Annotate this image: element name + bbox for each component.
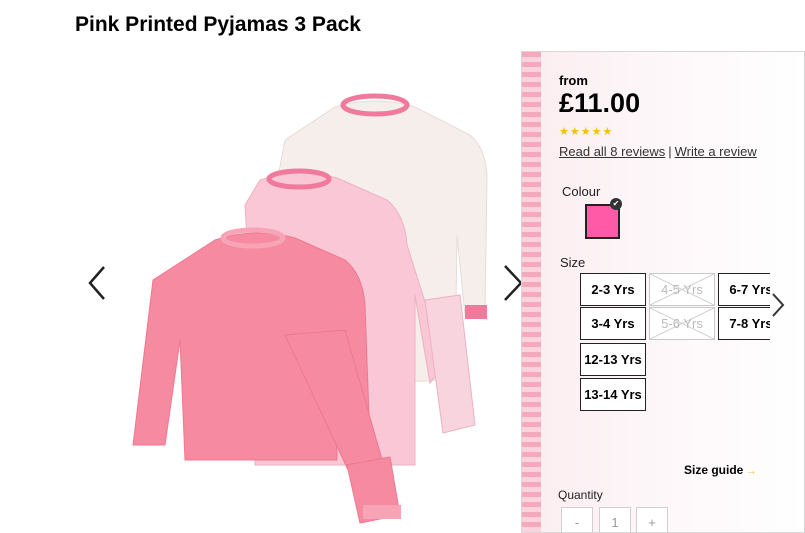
product-title: Pink Printed Pyjamas 3 Pack xyxy=(75,13,361,36)
size-option-unavailable[interactable]: 4-5 Yrs xyxy=(649,273,715,306)
reviews-links: Read all 8 reviews | Write a review xyxy=(559,144,757,159)
quantity-label: Quantity xyxy=(558,488,603,502)
size-label: Size xyxy=(560,255,586,270)
quantity-increment-button[interactable]: + xyxy=(636,507,668,532)
product-gallery xyxy=(70,60,530,533)
product-image xyxy=(132,93,488,524)
quantity-decrement-button[interactable]: - xyxy=(561,507,593,532)
quantity-input[interactable]: 1 xyxy=(599,507,631,532)
colour-label: Colour xyxy=(562,184,601,199)
size-option-unavailable[interactable]: 5-6 Yrs xyxy=(649,307,715,340)
arrow-right-icon: → xyxy=(746,466,757,477)
decorative-stripe xyxy=(522,52,541,532)
chevron-left-icon xyxy=(88,266,105,300)
size-option[interactable]: 7-8 Yrs xyxy=(718,307,770,340)
size-option[interactable]: 3-4 Yrs xyxy=(580,307,646,340)
size-option[interactable]: 12-13 Yrs xyxy=(580,343,646,376)
size-option[interactable]: 13-14 Yrs xyxy=(580,378,646,411)
rating-stars-icon: ★★★★★ xyxy=(559,126,614,138)
sizes-next-button[interactable] xyxy=(770,290,786,320)
size-option[interactable]: 2-3 Yrs xyxy=(580,273,646,306)
price: £11.00 xyxy=(559,88,641,118)
size-guide-link[interactable]: Size guide → xyxy=(684,463,756,477)
purchase-panel: from £11.00 ★★★★★ Read all 8 reviews | Wri… xyxy=(521,51,805,533)
size-options: 2-3 Yrs 4-5 Yrs 6-7 Yrs 3-4 Yrs 5-6 Yrs … xyxy=(580,273,770,413)
chevron-right-icon xyxy=(772,293,785,317)
check-icon: ✔ xyxy=(610,198,622,210)
read-reviews-link[interactable]: Read all 8 reviews xyxy=(559,144,665,159)
reviews-separator: | xyxy=(668,144,672,159)
gallery-prev-button[interactable] xyxy=(82,263,112,303)
price-prefix: from xyxy=(559,73,588,88)
write-review-link[interactable]: Write a review xyxy=(675,144,757,159)
size-option[interactable]: 6-7 Yrs xyxy=(718,273,770,306)
